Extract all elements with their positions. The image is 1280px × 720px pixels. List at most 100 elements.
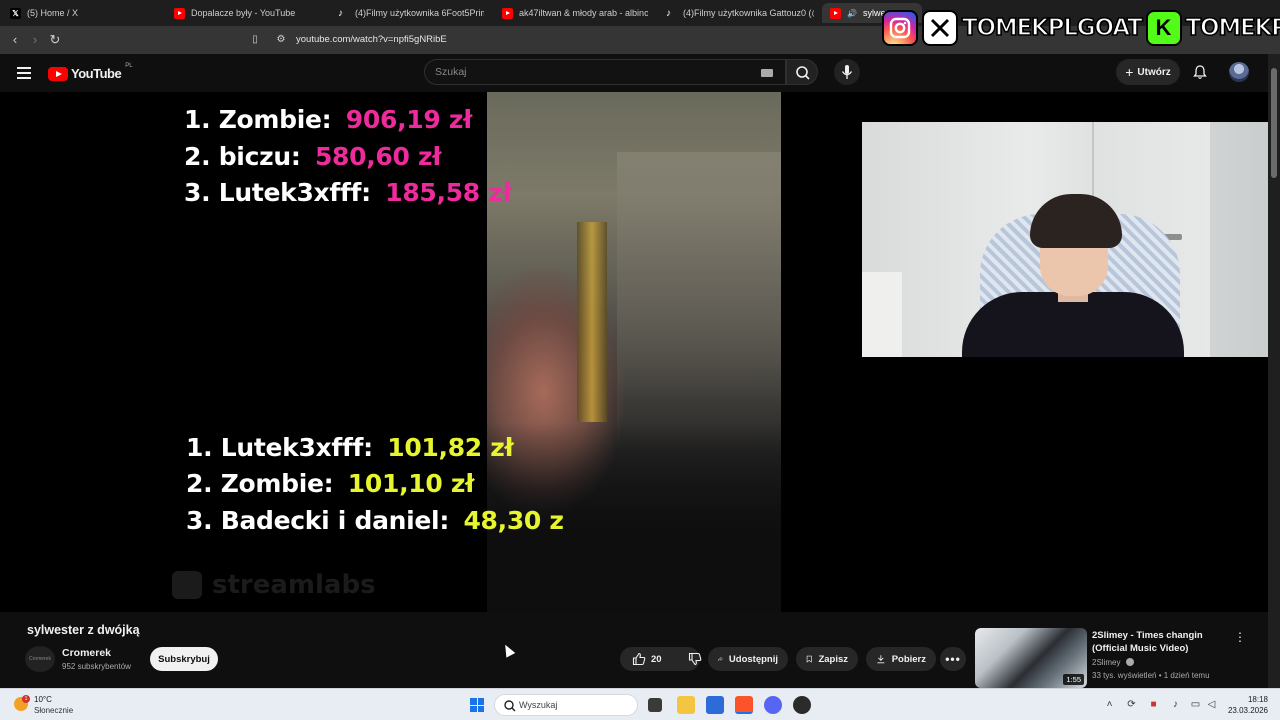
mouse-cursor <box>500 642 516 658</box>
tray-microphone-icon[interactable]: ♪ <box>1170 699 1181 710</box>
notifications-bell-icon[interactable] <box>1192 64 1208 80</box>
scrollbar-thumb[interactable] <box>1271 68 1277 178</box>
search-button[interactable] <box>786 59 818 85</box>
recommended-video-thumbnail[interactable]: 1:55 <box>975 628 1087 688</box>
youtube-play-icon <box>48 66 68 81</box>
donation-amount: 48,30 z <box>463 506 564 535</box>
rank: 3. <box>186 506 213 535</box>
tab-youtube-ak47[interactable]: ak47iltwan & młody arab - albinos - <box>502 3 648 23</box>
donation-amount: 185,58 zł <box>385 178 512 207</box>
brave-browser-icon[interactable] <box>735 696 753 714</box>
create-button[interactable]: + Utwórz <box>1116 59 1180 85</box>
download-button[interactable]: Pobierz <box>866 647 936 671</box>
youtube-favicon-icon <box>502 7 513 19</box>
reload-icon[interactable]: ↻ <box>47 32 63 48</box>
rank: 1. <box>184 105 211 134</box>
donation-amount: 101,82 zł <box>387 433 514 462</box>
taskbar-clock-time[interactable]: 18:18 <box>1228 695 1268 704</box>
subscribe-button[interactable]: Subskrybuj <box>150 647 218 671</box>
dislike-button[interactable] <box>680 647 702 671</box>
app-icon[interactable] <box>793 696 811 714</box>
recommended-video-title[interactable]: 2Slimey - Times changin (Official Music … <box>1092 629 1222 655</box>
kick-letter: K <box>1155 15 1172 40</box>
share-label: Udostępnij <box>728 653 778 665</box>
search-input[interactable]: Szukaj <box>435 66 467 78</box>
recommended-video-meta: 33 tys. wyświetleń • 1 dzień temu <box>1092 671 1210 680</box>
like-count: 20 <box>651 653 662 665</box>
windows-taskbar: 1 10°C Słonecznie Wyszukaj ˄ ⟳ ■ ♪ ▭ ◁ 1… <box>0 688 1280 720</box>
channel-avatar-text: Cromerek <box>29 656 51 662</box>
more-vertical-icon[interactable]: ⋮ <box>1234 630 1246 644</box>
site-info-icon[interactable]: ⚙ <box>273 32 289 48</box>
donation-amount: 906,19 zł <box>345 105 473 134</box>
file-explorer-icon[interactable] <box>677 696 695 714</box>
taskbar-search-box[interactable]: Wyszukaj <box>494 694 638 716</box>
channel-name[interactable]: Cromerek <box>62 647 111 659</box>
donor-name: Lutek3xfff: <box>218 178 371 207</box>
donation-amount: 101,10 zł <box>347 469 475 498</box>
tab-home-x[interactable]: 𝕏 (5) Home / X <box>10 3 160 23</box>
rank: 2. <box>186 469 213 498</box>
forward-icon[interactable]: › <box>27 32 43 48</box>
speaker-icon: 🔊 <box>847 8 857 18</box>
tab-tiktok-gattouz0[interactable]: ♪ (4)Filmy użytkownika Gattouz0 (@ga <box>666 3 814 23</box>
more-actions-button[interactable]: ••• <box>940 647 966 671</box>
bookmark-save-icon <box>806 655 812 663</box>
keyboard-icon[interactable] <box>761 69 773 77</box>
thumbs-down-icon <box>688 652 701 666</box>
like-dislike-group: 20 <box>620 647 702 671</box>
recommended-video-channel[interactable]: 2Slimey <box>1092 658 1134 667</box>
weather-condition[interactable]: Słonecznie <box>34 706 73 715</box>
tray-sync-icon[interactable]: ⟳ <box>1126 699 1137 710</box>
tab-label: (5) Home / X <box>27 8 79 18</box>
tray-app-icon[interactable]: ■ <box>1148 699 1159 710</box>
search-icon <box>796 66 810 80</box>
search-icon <box>504 700 516 712</box>
page-scrollbar[interactable] <box>1268 54 1280 688</box>
video-player[interactable]: 1. Zombie: 906,19 zł 2. biczu: 580,60 zł… <box>0 92 1268 612</box>
channel-avatar[interactable]: Cromerek <box>25 646 55 672</box>
leaderboard-bottom-row-2: 2. Zombie: 101,10 zł <box>186 469 474 498</box>
download-icon <box>877 655 885 664</box>
x-icon <box>922 10 958 46</box>
youtube-favicon-icon <box>174 7 185 19</box>
tab-label: ak47iltwan & młody arab - albinos - <box>519 8 648 18</box>
share-icon <box>718 656 723 661</box>
tray-network-icon[interactable]: ▭ <box>1190 699 1201 710</box>
donor-name: Lutek3xfff: <box>220 433 373 462</box>
save-button[interactable]: Zapisz <box>796 647 858 671</box>
taskbar-clock-date[interactable]: 23.03.2026 <box>1220 706 1268 715</box>
voice-search-button[interactable] <box>834 59 860 85</box>
share-button[interactable]: Udostępnij <box>708 647 788 671</box>
tiktok-favicon-icon: ♪ <box>338 7 343 19</box>
like-button[interactable]: 20 <box>620 647 662 671</box>
microphone-icon <box>841 65 853 79</box>
rank: 1. <box>186 433 213 462</box>
weather-temperature[interactable]: 10°C <box>34 695 52 704</box>
watermark-text: streamlabs <box>212 570 376 600</box>
tab-youtube-dopalacze[interactable]: Dopalacze były - YouTube <box>174 3 324 23</box>
instagram-icon <box>882 10 918 46</box>
bookmark-icon[interactable]: ▯ <box>247 32 263 48</box>
taskbar-search-input[interactable]: Wyszukaj <box>519 700 557 710</box>
more-horizontal-icon: ••• <box>945 652 961 666</box>
discord-icon[interactable] <box>764 696 782 714</box>
youtube-wordmark: YouTube <box>71 66 122 81</box>
weather-alert-badge: 1 <box>22 695 30 703</box>
banner-handle-kick: TOMEKPL <box>1185 14 1280 42</box>
search-box[interactable]: Szukaj <box>424 59 786 85</box>
microsoft-store-icon[interactable] <box>706 696 724 714</box>
address-bar-url[interactable]: youtube.com/watch?v=npfi5gNRibE <box>296 34 447 45</box>
hamburger-menu-icon[interactable] <box>17 67 31 79</box>
tab-tiktok-6foot5[interactable]: ♪ (4)Filmy użytkownika 6Foot5PrimalRi <box>338 3 484 23</box>
windows-start-icon[interactable] <box>470 698 484 712</box>
tray-volume-icon[interactable]: ◁ <box>1206 699 1217 710</box>
donor-name: Badecki i daniel: <box>220 506 450 535</box>
task-view-icon[interactable] <box>648 698 662 712</box>
back-icon[interactable]: ‹ <box>7 32 23 48</box>
tray-overflow-chevron-icon[interactable]: ˄ <box>1104 699 1115 710</box>
leaderboard-top-row-3: 3. Lutek3xfff: 185,58 zł <box>184 178 512 207</box>
rank: 3. <box>184 178 211 207</box>
youtube-logo[interactable]: YouTube PL <box>48 63 133 81</box>
user-avatar[interactable] <box>1229 62 1249 82</box>
